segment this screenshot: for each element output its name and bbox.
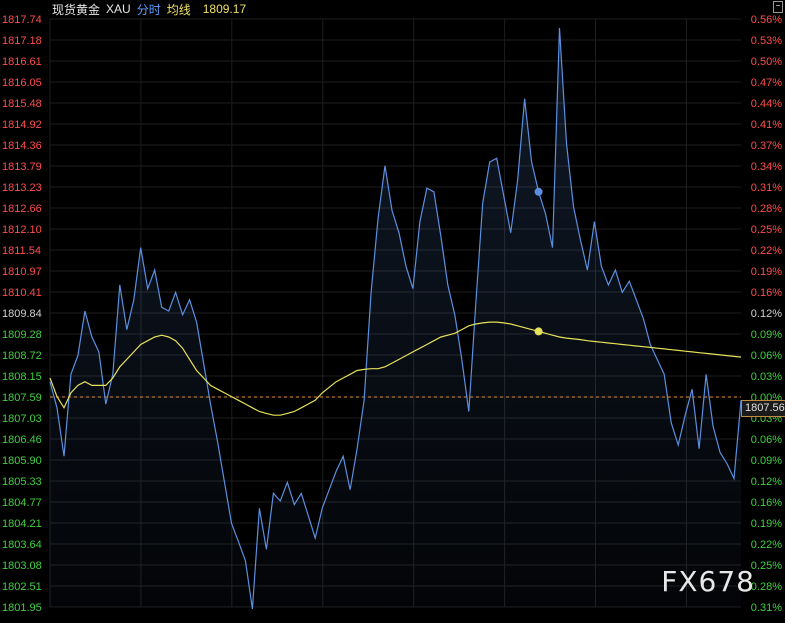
percent-tick-label: 0.16% bbox=[751, 497, 782, 509]
average-cursor-dot bbox=[534, 327, 543, 336]
watermark-logo: FX678 bbox=[661, 565, 755, 598]
price-tick-label: 1805.90 bbox=[2, 455, 42, 467]
price-tick-label: 1812.66 bbox=[2, 203, 42, 215]
percent-tick-label: 0.03% bbox=[751, 371, 782, 383]
price-area-fill bbox=[50, 27, 741, 609]
price-tick-label: 1813.23 bbox=[2, 182, 42, 194]
percent-tick-label: 0.16% bbox=[751, 287, 782, 299]
percent-tick-label: 0.25% bbox=[751, 224, 782, 236]
percent-tick-label: 0.47% bbox=[751, 77, 782, 89]
average-label: 均线 bbox=[166, 2, 191, 17]
percent-tick-label: 0.31% bbox=[751, 182, 782, 194]
price-tick-label: 1815.48 bbox=[2, 98, 42, 110]
price-tick-label: 1816.61 bbox=[2, 56, 42, 68]
price-tick-label: 1804.77 bbox=[2, 497, 42, 509]
percent-tick-label: 0.41% bbox=[751, 119, 782, 131]
percent-tick-label: 0.12% bbox=[751, 476, 782, 488]
chart-canvas[interactable]: 1817.74 1817.18 1816.61 1816.05 1815.48 1814.… bbox=[0, 0, 785, 618]
last-price-tag: 1807.56 bbox=[741, 400, 785, 417]
price-tick-label: 1809.84 bbox=[2, 308, 42, 320]
percent-tick-label: 0.28% bbox=[751, 203, 782, 215]
percent-tick-label: 0.19% bbox=[751, 266, 782, 278]
price-tick-label: 1814.92 bbox=[2, 119, 42, 131]
price-tick-label: 1802.51 bbox=[2, 581, 42, 593]
price-tick-label: 1814.36 bbox=[2, 140, 42, 152]
price-tick-label: 1811.54 bbox=[2, 245, 41, 257]
price-tick-label: 1812.10 bbox=[2, 224, 42, 236]
percent-tick-label: 0.22% bbox=[751, 245, 782, 257]
instrument-name: 现货黄金 bbox=[52, 2, 101, 17]
price-tick-label: 1805.33 bbox=[2, 476, 42, 488]
percent-tick-label: 0.34% bbox=[751, 161, 782, 173]
percent-tick-label: 0.44% bbox=[751, 98, 782, 110]
price-tick-label: 1808.15 bbox=[2, 371, 42, 383]
percent-tick-label: 0.22% bbox=[751, 539, 782, 551]
price-tick-label: 1809.28 bbox=[2, 329, 42, 341]
percent-tick-label: 0.50% bbox=[751, 56, 782, 68]
price-tick-label: 1807.03 bbox=[2, 413, 42, 425]
price-tick-label: 1817.74 bbox=[2, 14, 42, 26]
percent-tick-label: 0.09% bbox=[751, 329, 782, 341]
expand-icon[interactable] bbox=[773, 1, 783, 13]
price-tick-label: 1807.59 bbox=[2, 392, 42, 404]
price-cursor-dot bbox=[534, 187, 543, 196]
percent-tick-label: 0.06% bbox=[751, 434, 782, 446]
price-axis: 1817.74 1817.18 1816.61 1816.05 1815.48 1814.… bbox=[2, 14, 42, 614]
price-tick-label: 1810.41 bbox=[2, 287, 42, 299]
price-tick-label: 1813.79 bbox=[2, 161, 42, 173]
intraday-chart[interactable]: 1817.74 1817.18 1816.61 1816.05 1815.48 1814.… bbox=[0, 0, 785, 618]
percent-tick-label: 0.56% bbox=[751, 14, 782, 26]
price-tick-label: 1808.72 bbox=[2, 350, 42, 362]
price-tick-label: 1801.95 bbox=[2, 602, 42, 614]
percent-tick-label: 0.31% bbox=[751, 602, 782, 614]
instrument-code: XAU bbox=[106, 2, 131, 16]
price-tick-label: 1810.97 bbox=[2, 266, 42, 278]
price-tick-label: 1803.08 bbox=[2, 560, 42, 572]
percent-tick-label: 0.37% bbox=[751, 140, 782, 152]
percent-axis: 0.56% 0.53% 0.50% 0.47% 0.44% 0.41% 0.37% 0.34%… bbox=[751, 14, 782, 614]
percent-tick-label: 0.25% bbox=[751, 560, 782, 572]
percent-tick-label: 0.06% bbox=[751, 350, 782, 362]
percent-tick-label: 0.53% bbox=[751, 35, 782, 47]
chart-header: 现货黄金 XAU 分时 均线 1809.17 bbox=[52, 1, 246, 17]
price-tick-label: 1817.18 bbox=[2, 35, 42, 47]
average-value: 1809.17 bbox=[202, 2, 247, 16]
price-tick-label: 1803.64 bbox=[2, 539, 42, 551]
mode-label[interactable]: 分时 bbox=[137, 1, 161, 18]
price-tick-label: 1816.05 bbox=[2, 77, 42, 89]
price-tick-label: 1806.46 bbox=[2, 434, 42, 446]
percent-tick-label: 0.28% bbox=[751, 581, 782, 593]
percent-tick-label: 0.12% bbox=[751, 308, 782, 320]
percent-tick-label: 0.09% bbox=[751, 455, 782, 467]
price-tick-label: 1804.21 bbox=[2, 518, 42, 530]
percent-tick-label: 0.19% bbox=[751, 518, 782, 530]
